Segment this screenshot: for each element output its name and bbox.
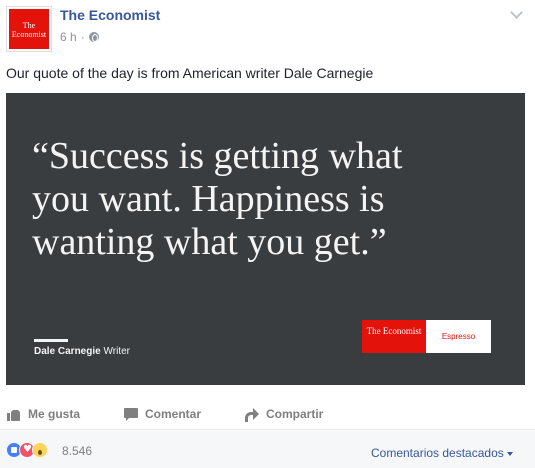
meta-separator: · (80, 30, 85, 44)
comment-icon (124, 407, 138, 421)
page-name-link[interactable]: The Economist (60, 7, 160, 23)
facebook-post: The Economist The Economist 6 h · Our qu… (0, 0, 535, 468)
page-avatar[interactable]: The Economist (6, 6, 52, 52)
post-caption: Our quote of the day is from American wr… (6, 65, 374, 81)
reaction-count[interactable]: 8.546 (62, 444, 92, 458)
quote-line: you want. Happiness is (32, 178, 385, 220)
quote-line: “Success is getting what (32, 135, 403, 177)
comment-label: Comentar (145, 407, 202, 421)
reactions-bar: 8.546 Comentarios destacados (0, 431, 535, 468)
quote-author: Dale Carnegie Writer (34, 346, 130, 357)
chevron-down-icon[interactable] (510, 8, 524, 22)
author-name: Dale Carnegie (34, 346, 101, 357)
divider (34, 339, 68, 342)
quote-image[interactable]: “Success is getting what you want. Happi… (6, 93, 525, 385)
like-button[interactable]: Me gusta (7, 407, 80, 421)
economist-logo: The Economist (9, 9, 49, 49)
featured-comments-label: Comentarios destacados (371, 446, 504, 460)
espresso-brand-badge: The Economist Espresso (362, 320, 491, 353)
caret-down-icon (506, 451, 513, 456)
quote-line: wanting what you get.” (32, 221, 387, 263)
post-header: The Economist The Economist 6 h · (0, 0, 535, 56)
featured-comments-dropdown[interactable]: Comentarios destacados (371, 446, 513, 460)
post-meta: 6 h · (60, 30, 99, 44)
post-time[interactable]: 6 h (60, 30, 77, 44)
economist-brand-logo: The Economist (362, 320, 426, 353)
share-label: Compartir (266, 407, 324, 421)
espresso-label: Espresso (426, 320, 491, 353)
share-button[interactable]: Compartir (245, 407, 324, 422)
post-actions: Me gusta Comentar Compartir (0, 398, 535, 430)
author-role: Writer (103, 346, 130, 357)
comment-button[interactable]: Comentar (124, 407, 201, 421)
share-icon (245, 407, 259, 422)
reaction-icons[interactable] (6, 442, 48, 458)
thumbs-up-icon (7, 408, 21, 421)
wow-reaction-icon (32, 442, 48, 458)
globe-icon[interactable] (88, 32, 99, 42)
like-label: Me gusta (28, 407, 81, 421)
quote-text: “Success is getting what you want. Happi… (32, 135, 512, 264)
